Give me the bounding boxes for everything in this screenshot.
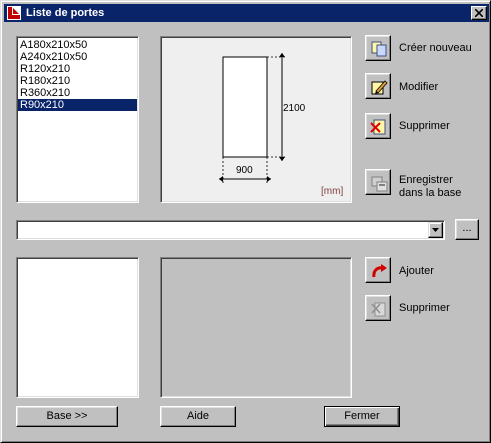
save-to-base-label-line2: dans la base	[399, 187, 462, 199]
modify-label: Modifier	[399, 81, 439, 93]
door-list-item[interactable]: A180x210x50	[18, 39, 137, 51]
door-list-items: A180x210x50 A240x210x50 R120x210 R180x210 R3…	[18, 39, 137, 111]
delete-disabled-icon	[371, 302, 386, 317]
copy-doc-icon	[371, 41, 387, 57]
app-logo-icon	[7, 6, 21, 20]
create-new-label: Créer nouveau	[399, 42, 472, 54]
add-button[interactable]	[365, 257, 391, 283]
delete-doc-icon	[370, 119, 386, 135]
door-preview-panel: 2100 900 [mm]	[160, 36, 352, 203]
modify-button[interactable]	[365, 73, 391, 99]
door-list-item[interactable]: R90x210	[18, 99, 137, 111]
door-width-value: 900	[236, 165, 253, 176]
add-arrow-icon	[372, 264, 387, 278]
lower-listbox[interactable]	[16, 257, 139, 398]
lower-delete-button[interactable]	[365, 295, 391, 321]
door-list-item[interactable]: R360x210	[18, 87, 137, 99]
lower-delete-label: Supprimer	[399, 302, 450, 314]
delete-button[interactable]	[365, 113, 391, 139]
door-height-value: 2100	[283, 103, 306, 114]
help-button[interactable]: Aide	[160, 406, 236, 427]
door-list-item[interactable]: A240x210x50	[18, 51, 137, 63]
lower-preview-panel	[160, 257, 352, 398]
door-type-combobox[interactable]	[16, 220, 445, 240]
base-button[interactable]: Base >>	[16, 406, 118, 427]
create-new-button[interactable]	[365, 35, 391, 61]
save-to-base-button[interactable]	[365, 169, 391, 195]
chevron-down-icon	[432, 228, 439, 232]
door-listbox[interactable]: A180x210x50 A240x210x50 R120x210 R180x210 R3…	[16, 36, 139, 203]
combobox-dropdown-button[interactable]	[428, 222, 443, 238]
close-button[interactable]: Fermer	[324, 406, 400, 427]
door-list-item[interactable]: R180x210	[18, 75, 137, 87]
save-database-icon	[371, 176, 388, 192]
close-icon	[475, 9, 483, 17]
door-dimension-drawing	[219, 53, 287, 183]
door-list-item[interactable]: R120x210	[18, 63, 137, 75]
add-label: Ajouter	[399, 265, 434, 277]
window-title: Liste de portes	[26, 7, 105, 19]
close-window-button[interactable]	[471, 6, 487, 20]
title-bar[interactable]: Liste de portes	[4, 4, 489, 22]
pencil-edit-icon	[371, 80, 388, 95]
browse-button[interactable]: ...	[455, 219, 479, 240]
door-list-window: Liste de portes A180x210x50 A240x210x50 R1…	[0, 0, 491, 443]
unit-label: [mm]	[321, 186, 344, 197]
delete-label: Supprimer	[399, 120, 450, 132]
save-to-base-label-line1: Enregistrer	[399, 174, 453, 186]
